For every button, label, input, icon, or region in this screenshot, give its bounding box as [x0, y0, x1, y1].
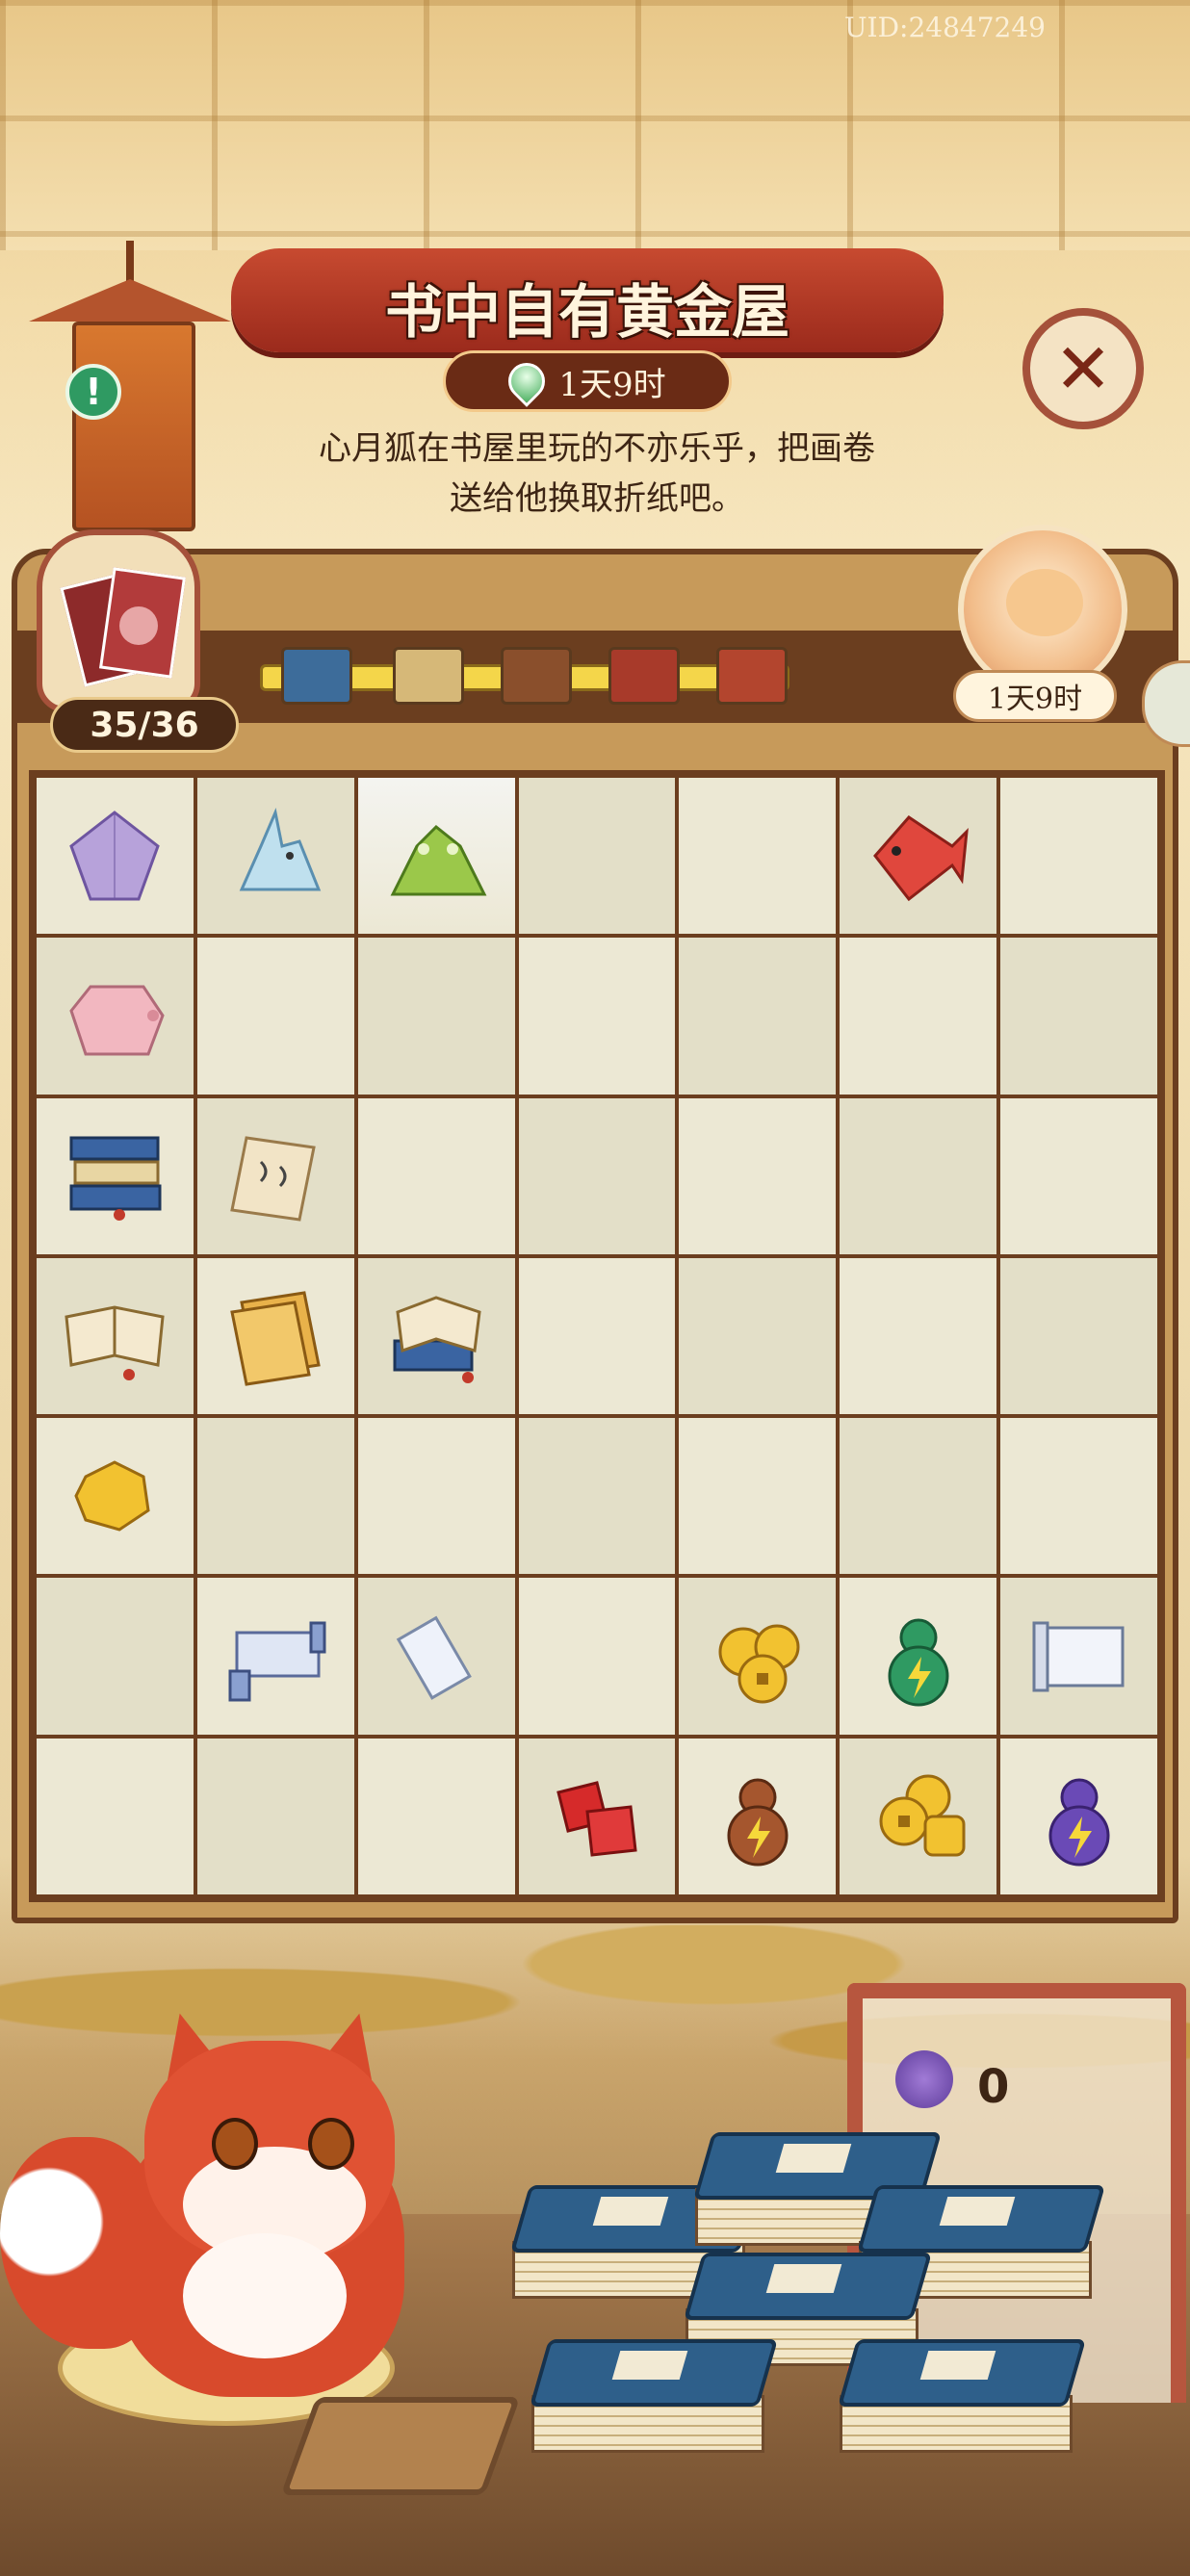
event-timer: 1天9时: [443, 350, 732, 412]
board-cell[interactable]: [357, 1418, 515, 1575]
board-cell[interactable]: [37, 938, 194, 1095]
board-cell[interactable]: [37, 778, 194, 935]
collection-icon[interactable]: [37, 529, 200, 712]
red-gems-icon[interactable]: [544, 1764, 650, 1869]
board-cell[interactable]: [1000, 1578, 1157, 1735]
board-cell[interactable]: [679, 1418, 837, 1575]
board-cell[interactable]: [196, 1097, 354, 1254]
board-cell[interactable]: [37, 1578, 194, 1735]
board-cell[interactable]: [1000, 938, 1157, 1095]
purple-energy-gourd-icon[interactable]: [1026, 1764, 1132, 1869]
board-cell[interactable]: [37, 1738, 194, 1894]
board-cell[interactable]: [37, 1257, 194, 1415]
open-book-icon[interactable]: [62, 1283, 168, 1389]
milestone-3-icon[interactable]: [501, 647, 572, 705]
origami-rabbit-icon[interactable]: [222, 803, 328, 909]
board-cell[interactable]: [840, 1578, 997, 1735]
board-cell[interactable]: [840, 1257, 997, 1415]
brown-energy-gourd-icon[interactable]: [705, 1764, 811, 1869]
origami-balloon-icon[interactable]: [62, 803, 168, 909]
close-button[interactable]: ✕: [1022, 308, 1144, 429]
board-cell[interactable]: [840, 1418, 997, 1575]
board-cell[interactable]: [37, 1418, 194, 1575]
milestone-5-icon[interactable]: [716, 647, 788, 705]
board-cell[interactable]: [357, 938, 515, 1095]
open-book-stack-icon[interactable]: [383, 1283, 489, 1389]
origami-fish-icon[interactable]: [866, 803, 971, 909]
board-cell[interactable]: [518, 1097, 676, 1254]
board-cell[interactable]: [196, 778, 354, 935]
board-cell[interactable]: [196, 1257, 354, 1415]
bottom-scene: 0: [0, 1925, 1190, 2576]
board-cell[interactable]: [37, 1097, 194, 1254]
small-scroll-icon[interactable]: [383, 1604, 489, 1710]
board-cell[interactable]: [679, 938, 837, 1095]
board-cell[interactable]: [840, 778, 997, 935]
description-line-1: 心月狐在书屋里玩的不亦乐乎，把画卷: [319, 429, 875, 468]
board-cell[interactable]: [518, 778, 676, 935]
water-drop-icon: [501, 355, 554, 407]
duster-count: 0: [977, 2060, 1010, 2114]
board-cell[interactable]: [357, 1097, 515, 1254]
board-cell[interactable]: [1000, 1738, 1157, 1894]
board-cell[interactable]: [518, 1578, 676, 1735]
booklets-icon[interactable]: [222, 1283, 328, 1389]
paper-scroll-icon[interactable]: [1026, 1604, 1132, 1710]
collection-count: 35/36: [50, 697, 239, 753]
tray: [280, 2397, 521, 2495]
milestone-1-icon[interactable]: [281, 647, 352, 705]
board-cell[interactable]: [518, 1738, 676, 1894]
board-cell[interactable]: [518, 1257, 676, 1415]
board-cell[interactable]: [679, 1097, 837, 1254]
event-title: 书中自有黄金屋: [385, 279, 789, 347]
large-scroll-icon[interactable]: [222, 1604, 328, 1710]
board-cell[interactable]: [840, 938, 997, 1095]
origami-pig-icon[interactable]: [62, 963, 168, 1069]
milestone-4-icon[interactable]: [608, 647, 680, 705]
board-cell[interactable]: [679, 1738, 837, 1894]
board-cell[interactable]: [196, 1738, 354, 1894]
board-cell[interactable]: [1000, 1257, 1157, 1415]
green-energy-gourd-icon[interactable]: [866, 1604, 971, 1710]
milestone-2-icon[interactable]: [393, 647, 464, 705]
stacked-books-icon[interactable]: [62, 1123, 168, 1229]
event-timer-text: 1天9时: [558, 365, 666, 404]
board-cell[interactable]: [357, 1578, 515, 1735]
reward-timer: 1天9时: [953, 670, 1117, 722]
board-cell[interactable]: [840, 1097, 997, 1254]
reward-cat-icon[interactable]: [958, 525, 1127, 694]
uid-label: UID:24847249: [843, 12, 1046, 43]
book-pile-5[interactable]: [529, 2339, 779, 2455]
board-cell[interactable]: [357, 1738, 515, 1894]
merge-board: [29, 770, 1165, 1902]
close-icon: ✕: [1053, 328, 1113, 409]
board-cell[interactable]: [196, 1578, 354, 1735]
board-cell[interactable]: [357, 778, 515, 935]
board-cell[interactable]: [357, 1257, 515, 1415]
exclamation-icon: !: [85, 371, 102, 413]
board-cell[interactable]: [518, 938, 676, 1095]
board-cell[interactable]: [518, 1418, 676, 1575]
description-line-2: 送给他换取折纸吧。: [450, 479, 744, 518]
board-cell[interactable]: [196, 938, 354, 1095]
info-button[interactable]: !: [65, 364, 121, 420]
event-description: 心月狐在书屋里玩的不亦乐乎，把画卷 送给他换取折纸吧。: [212, 424, 982, 524]
board-cell[interactable]: [679, 1578, 837, 1735]
board-cell[interactable]: [679, 1257, 837, 1415]
board-cell[interactable]: [1000, 778, 1157, 935]
coin-stack-icon[interactable]: [705, 1604, 811, 1710]
large-coin-stack-icon[interactable]: [866, 1764, 971, 1869]
board-cell[interactable]: [1000, 1418, 1157, 1575]
board-cell[interactable]: [840, 1738, 997, 1894]
book-pile-6[interactable]: [837, 2339, 1087, 2455]
origami-frog-icon[interactable]: [383, 803, 489, 909]
board-cell[interactable]: [1000, 1097, 1157, 1254]
note-paper-icon[interactable]: [222, 1123, 328, 1229]
feather-duster-icon[interactable]: [895, 2050, 953, 2108]
board-cell[interactable]: [679, 778, 837, 935]
pagoda-decoration: [29, 231, 231, 531]
gold-nugget-icon[interactable]: [62, 1443, 168, 1549]
board-cell[interactable]: [196, 1418, 354, 1575]
